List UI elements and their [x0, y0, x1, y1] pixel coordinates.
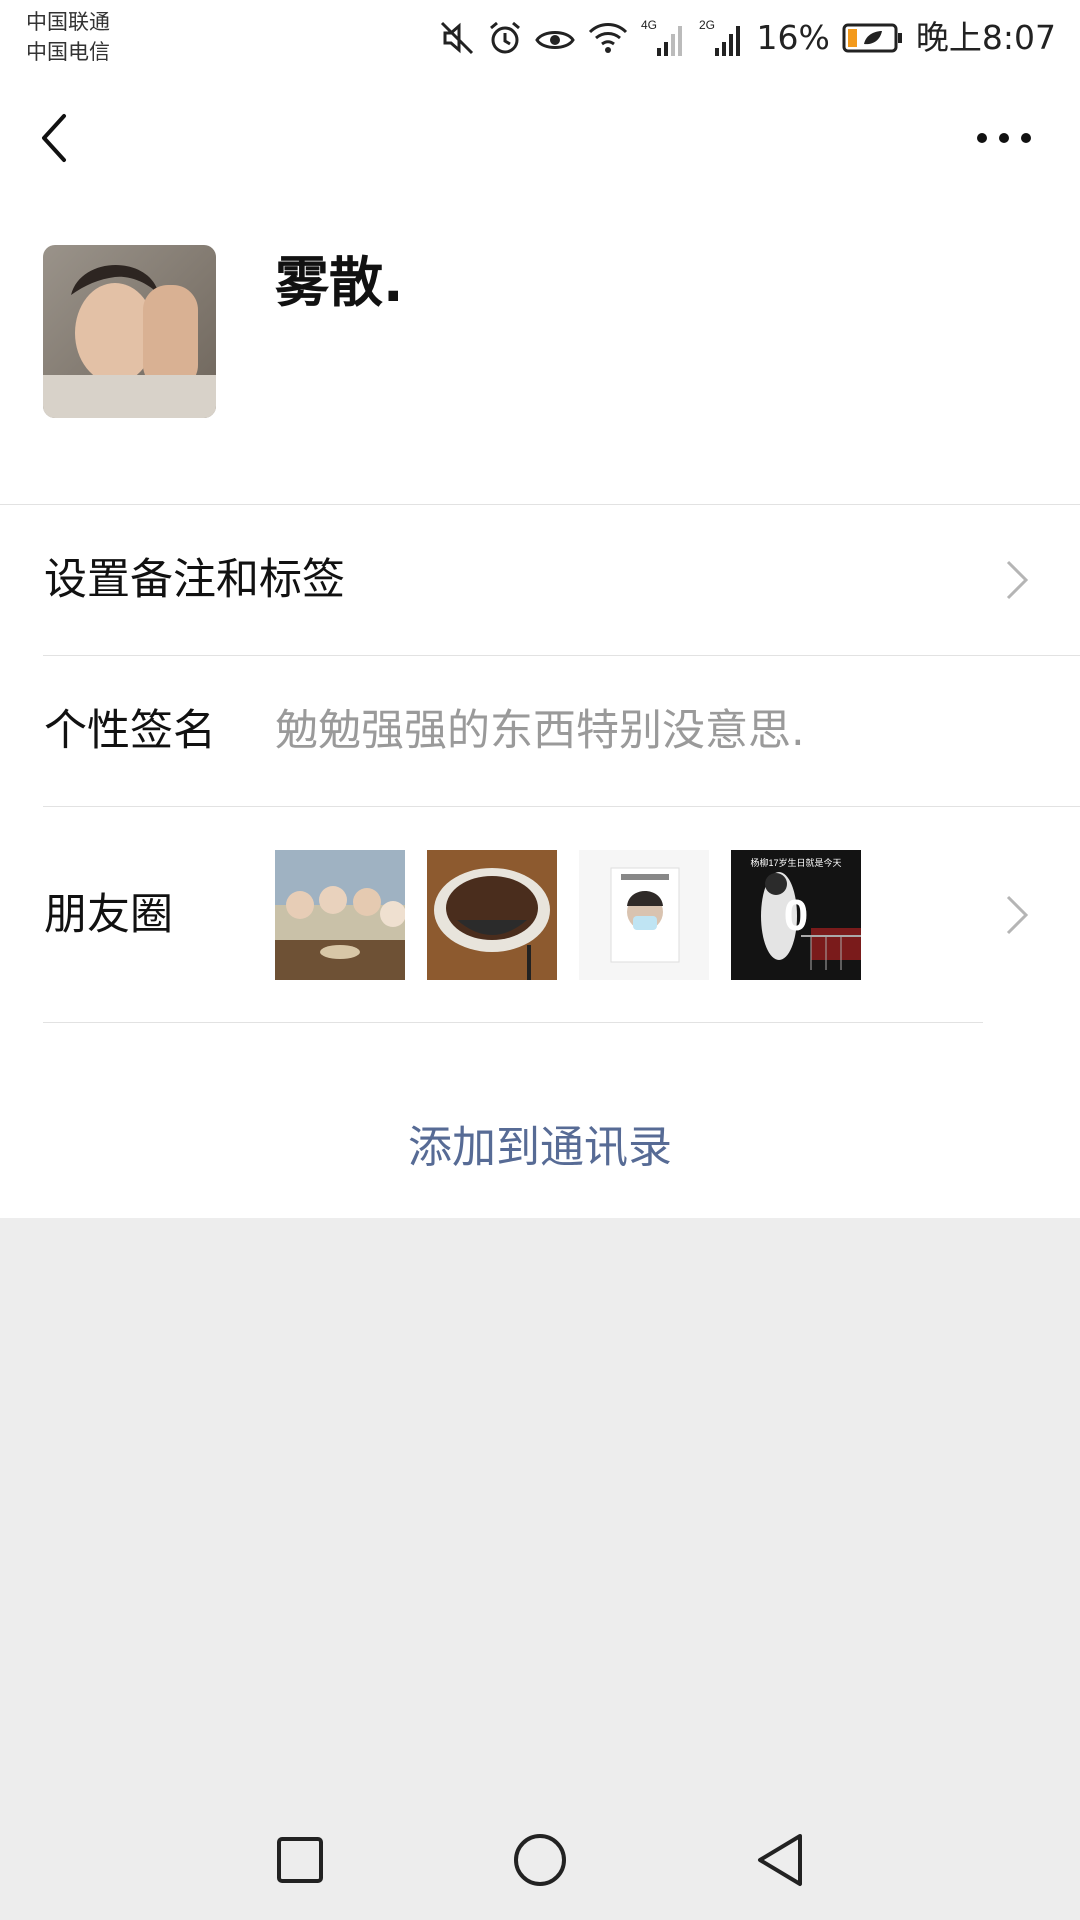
signature-value: 勉勉强强的东西特别没意思.: [275, 706, 805, 756]
carrier-2: 中国电信: [26, 40, 110, 64]
remark-row[interactable]: 设置备注和标签: [0, 505, 1080, 655]
status-bar: 中国联通 中国电信 4G 2G 16% 晚上8:07: [0, 0, 1080, 76]
network-4g-label: 4G: [641, 18, 657, 32]
signal-2g-icon: 2G: [699, 18, 740, 56]
moments-thumb-number: 0: [784, 891, 808, 940]
status-icons: 4G 2G 16% 晚上8:07: [439, 14, 1056, 62]
more-button[interactable]: [964, 108, 1044, 168]
chevron-right-icon: [1006, 560, 1029, 600]
back-button[interactable]: [30, 108, 90, 168]
carrier-1: 中国联通: [26, 10, 110, 34]
moments-thumbnail: 杨柳17岁生日就是今天 0: [731, 850, 861, 980]
divider: [43, 1022, 983, 1023]
add-contact-button[interactable]: 添加到通讯录: [0, 1068, 1080, 1218]
recents-button[interactable]: [270, 1830, 330, 1890]
eye-icon: [534, 31, 575, 49]
battery-percent: 16%: [756, 18, 830, 57]
back-nav-button[interactable]: [750, 1830, 810, 1890]
remark-label: 设置备注和标签: [44, 555, 345, 605]
alarm-icon: [489, 21, 520, 54]
avatar[interactable]: [43, 245, 216, 418]
moments-thumbnail: [579, 850, 709, 980]
profile-name: 雾散.: [275, 251, 404, 314]
moments-thumbnail: [427, 850, 557, 980]
add-contact-section: 添加到通讯录: [0, 1068, 1080, 1218]
battery-icon: [842, 23, 902, 53]
mute-icon: [440, 21, 473, 55]
moments-thumbnail: [275, 850, 405, 980]
signature-row: 个性签名 勉勉强强的东西特别没意思.: [0, 656, 1080, 806]
chevron-right-icon: [1006, 895, 1029, 935]
signal-4g-icon: 4G: [641, 18, 682, 56]
clock: 晚上8:07: [915, 18, 1056, 57]
moments-label: 朋友圈: [44, 890, 173, 940]
wifi-icon: [588, 23, 627, 53]
signature-label: 个性签名: [44, 706, 216, 756]
system-nav-bar: [0, 1800, 1080, 1920]
network-2g-label: 2G: [699, 18, 715, 32]
home-button[interactable]: [510, 1830, 570, 1890]
nav-bar: [0, 90, 1080, 186]
moments-thumb-caption: 杨柳17岁生日就是今天: [750, 857, 841, 868]
